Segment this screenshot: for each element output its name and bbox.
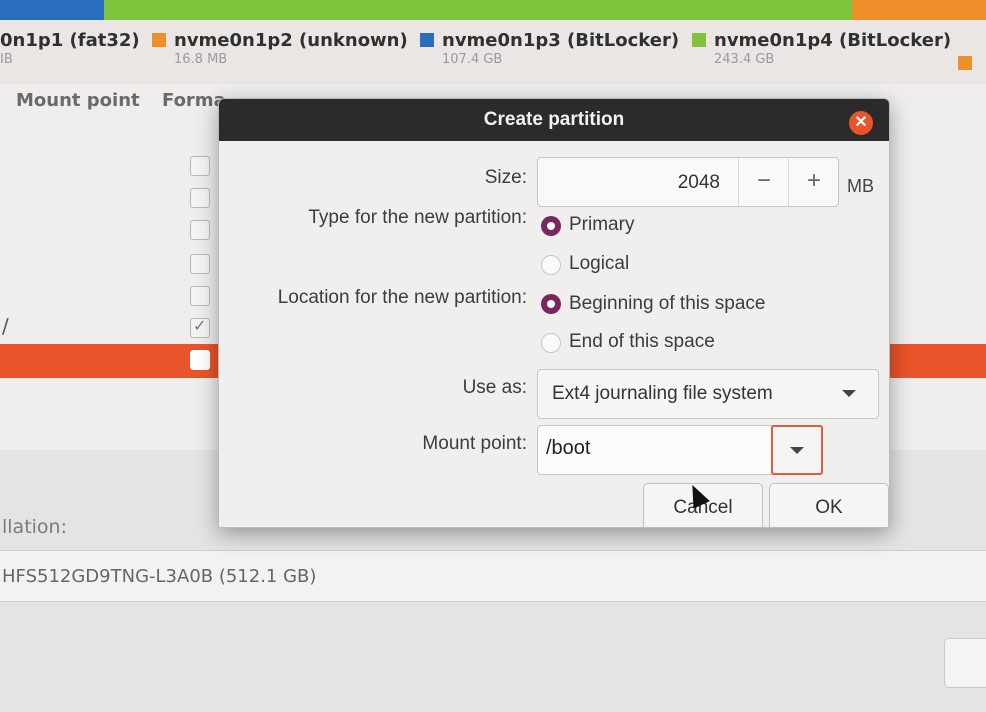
row-mount-point: /: [2, 314, 9, 338]
partition-type-label: Type for the new partition:: [308, 207, 527, 228]
legend-size: IB: [0, 52, 13, 67]
beginning-radio-label[interactable]: Beginning of this space: [569, 293, 765, 315]
size-decrement-button[interactable]: −: [738, 158, 789, 206]
partition-usage-bar: [0, 0, 986, 20]
chevron-down-icon: [842, 390, 856, 397]
partition-segment-p1: [0, 0, 104, 20]
close-icon[interactable]: ✕: [849, 111, 873, 135]
format-checkbox[interactable]: [190, 286, 210, 306]
bottom-action-button[interactable]: [944, 638, 986, 688]
location-label: Location for the new partition:: [277, 287, 527, 308]
logical-radio-label[interactable]: Logical: [569, 253, 629, 275]
chevron-down-icon: [790, 447, 804, 454]
size-unit: MB: [847, 176, 874, 196]
mount-point-dropdown-button[interactable]: [771, 425, 823, 475]
mount-point-input[interactable]: /boot: [537, 425, 773, 475]
legend-item-p1: 0n1p1 (fat32) IB: [0, 30, 140, 67]
beginning-radio[interactable]: [541, 294, 561, 314]
legend-size: 16.8 MB: [174, 52, 228, 67]
use-as-value: Ext4 journaling file system: [552, 383, 773, 404]
size-increment-button[interactable]: +: [788, 158, 839, 206]
size-value[interactable]: 2048: [538, 172, 720, 194]
legend-swatch: [152, 33, 166, 47]
primary-radio[interactable]: [541, 216, 561, 236]
mount-point-value: /boot: [546, 437, 591, 459]
bootloader-device-select[interactable]: HFS512GD9TNG-L3A0B (512.1 GB): [0, 550, 986, 602]
format-checkbox[interactable]: [190, 156, 210, 176]
format-checkbox[interactable]: [190, 188, 210, 208]
legend-swatch: [692, 33, 706, 47]
primary-radio-label[interactable]: Primary: [569, 214, 634, 236]
format-checkbox[interactable]: [190, 350, 210, 370]
legend-label: 0n1p1 (fat32): [0, 30, 140, 51]
use-as-dropdown[interactable]: Ext4 journaling file system: [537, 369, 879, 419]
end-radio[interactable]: [541, 333, 561, 353]
mount-point-label: Mount point:: [422, 433, 527, 454]
legend-swatch-extra: [958, 56, 972, 70]
size-spinbox[interactable]: 2048 − +: [537, 157, 839, 207]
legend-item-p2: nvme0n1p2 (unknown) 16.8 MB: [152, 30, 408, 67]
legend-item-p4: nvme0n1p4 (BitLocker) 243.4 GB: [692, 30, 951, 67]
size-label: Size:: [484, 167, 527, 188]
legend-label: nvme0n1p2 (unknown): [174, 30, 408, 51]
bootloader-device-value: HFS512GD9TNG-L3A0B (512.1 GB): [2, 566, 317, 587]
legend-size: 107.4 GB: [442, 52, 503, 67]
partition-segment-p2: [852, 0, 986, 20]
end-radio-label[interactable]: End of this space: [569, 331, 715, 353]
dialog-title: Create partition: [483, 109, 625, 130]
use-as-label: Use as:: [462, 377, 527, 398]
bootloader-device-label: llation:: [2, 516, 67, 538]
legend-size: 243.4 GB: [714, 52, 775, 67]
column-header-mount-point[interactable]: Mount point: [16, 90, 140, 111]
format-checkbox[interactable]: [190, 254, 210, 274]
format-checkbox[interactable]: [190, 220, 210, 240]
legend-label: nvme0n1p3 (BitLocker): [442, 30, 680, 51]
create-partition-dialog: Create partition ✕ Size: 2048 − + MB Typ…: [218, 98, 890, 528]
partition-segment-p4: [104, 0, 852, 20]
dialog-titlebar[interactable]: Create partition ✕: [219, 99, 889, 141]
ok-button[interactable]: OK: [769, 483, 889, 527]
column-header-format[interactable]: Forma: [162, 90, 226, 111]
legend-swatch: [420, 33, 434, 47]
format-checkbox-checked[interactable]: [190, 316, 210, 338]
logical-radio[interactable]: [541, 255, 561, 275]
legend-label: nvme0n1p4 (BitLocker): [714, 30, 952, 51]
partition-legend: 0n1p1 (fat32) IB nvme0n1p2 (unknown) 16.…: [0, 22, 986, 88]
legend-item-p3: nvme0n1p3 (BitLocker) 107.4 GB: [420, 30, 679, 67]
